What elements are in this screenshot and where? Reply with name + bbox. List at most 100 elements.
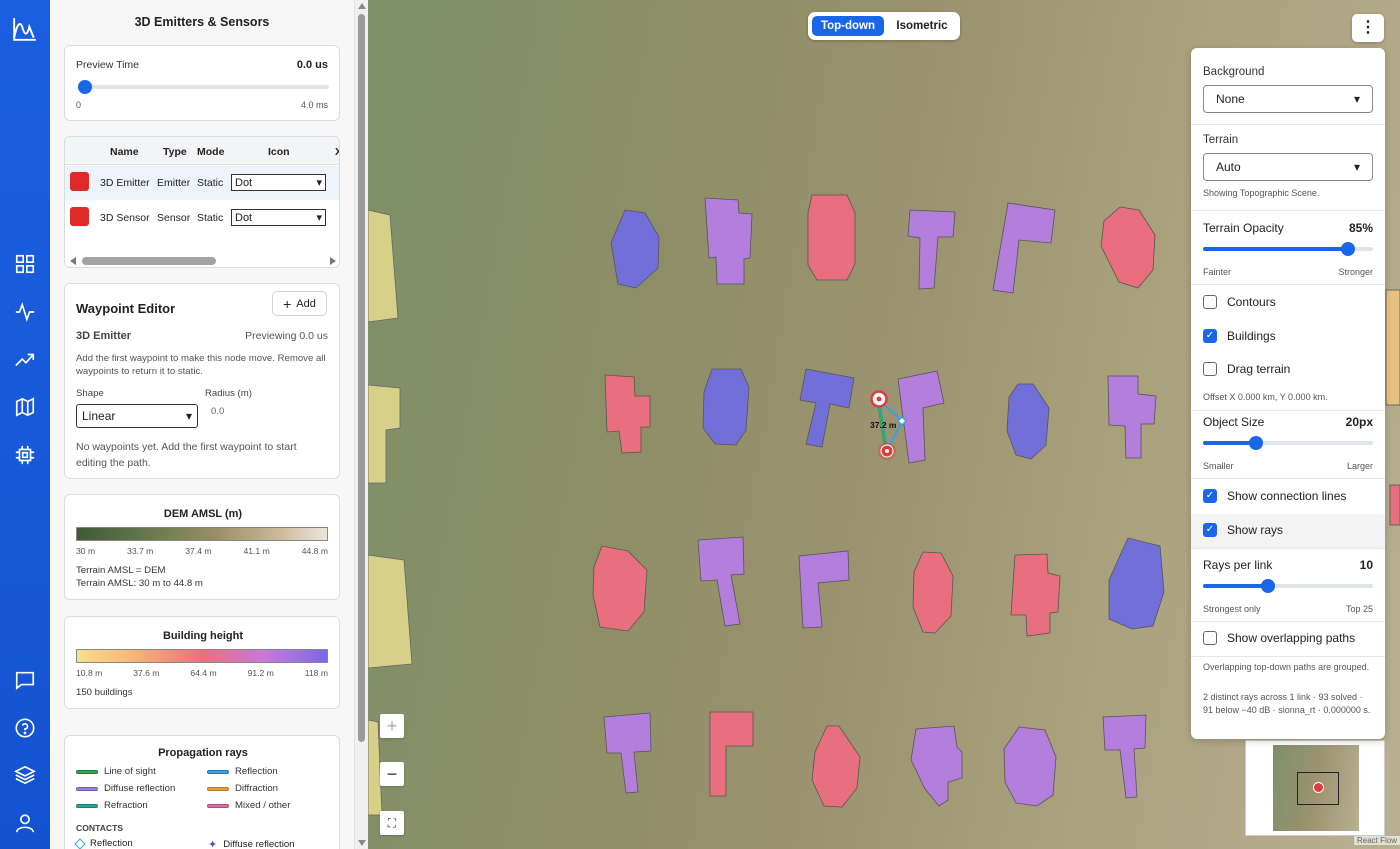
checkbox-box[interactable] xyxy=(1203,362,1217,376)
overlap-checkbox[interactable]: Show overlapping paths xyxy=(1203,631,1355,645)
table-row[interactable]: 3D Emitter Emitter Static Dot ▾ xyxy=(65,166,339,200)
user-icon[interactable] xyxy=(12,810,38,836)
building-tick: 118 m xyxy=(304,668,328,678)
divider xyxy=(1191,621,1385,622)
fit-view-button[interactable]: ⛶ xyxy=(380,811,404,835)
terrain-select[interactable]: Auto ▾ xyxy=(1203,153,1373,181)
scroll-down-icon[interactable] xyxy=(358,840,366,846)
chip-icon[interactable] xyxy=(12,442,38,468)
ray-legend-item: Reflection xyxy=(207,766,278,777)
divider xyxy=(1191,284,1385,285)
layers-icon[interactable] xyxy=(12,762,38,788)
more-menu-button[interactable]: ⋮ xyxy=(1352,14,1384,42)
zoom-out-button[interactable]: − xyxy=(380,762,404,786)
ray-legend-item: Refraction xyxy=(76,800,148,811)
building[interactable] xyxy=(1108,537,1165,630)
preview-time-knob[interactable] xyxy=(78,80,92,94)
vertical-dots-icon: ⋮ xyxy=(1360,19,1376,36)
opacity-knob[interactable] xyxy=(1341,242,1355,256)
table-hscroll-thumb[interactable] xyxy=(82,257,216,265)
rays-per-link-slider[interactable] xyxy=(1203,579,1373,593)
show-rays-checkbox[interactable]: ✓ Show rays xyxy=(1203,523,1283,537)
building[interactable] xyxy=(368,209,399,323)
ray-legend-label: Diffraction xyxy=(235,783,279,794)
building[interactable] xyxy=(603,712,652,794)
checkbox-box[interactable]: ✓ xyxy=(1203,329,1217,343)
building[interactable] xyxy=(697,536,745,627)
building[interactable] xyxy=(1100,206,1156,289)
dashboard-grid-icon[interactable] xyxy=(12,251,38,277)
view-topdown-button[interactable]: Top-down xyxy=(812,16,884,36)
building[interactable] xyxy=(1003,726,1057,807)
opacity-max: Stronger xyxy=(1338,267,1373,277)
building[interactable] xyxy=(592,545,648,632)
chat-icon[interactable] xyxy=(12,667,38,693)
building[interactable] xyxy=(709,711,754,797)
app-logo-icon[interactable] xyxy=(12,16,38,42)
add-waypoint-button[interactable]: + Add xyxy=(272,291,327,316)
shape-select[interactable]: Linear ▾ xyxy=(76,404,198,428)
table-row[interactable]: 3D Sensor Sensor Static Dot ▾ xyxy=(65,201,339,235)
show-lines-checkbox[interactable]: ✓ Show connection lines xyxy=(1203,489,1346,503)
building[interactable] xyxy=(702,368,750,446)
icon-select[interactable]: Dot ▾ xyxy=(231,174,326,191)
building[interactable] xyxy=(1010,553,1061,637)
building[interactable] xyxy=(799,368,855,448)
building[interactable] xyxy=(1102,714,1147,799)
building[interactable] xyxy=(897,370,945,464)
help-icon[interactable] xyxy=(12,715,38,741)
building[interactable] xyxy=(912,551,954,634)
building[interactable] xyxy=(1006,383,1050,460)
checkbox-box[interactable] xyxy=(1203,295,1217,309)
scroll-up-icon[interactable] xyxy=(358,3,366,9)
divider xyxy=(1191,478,1385,479)
activity-icon[interactable] xyxy=(12,299,38,325)
zoom-in-button[interactable]: + xyxy=(380,714,404,738)
building[interactable] xyxy=(368,384,401,484)
object-size-knob[interactable] xyxy=(1249,436,1263,450)
building[interactable] xyxy=(992,202,1056,294)
divider xyxy=(1191,548,1385,549)
building[interactable] xyxy=(368,554,413,669)
buildings-checkbox[interactable]: ✓ Buildings xyxy=(1203,329,1276,343)
attribution[interactable]: React Flow xyxy=(1354,836,1400,845)
terrain-label: Terrain xyxy=(1203,134,1239,146)
panel-scroll-thumb[interactable] xyxy=(358,14,365,742)
building[interactable] xyxy=(1107,375,1157,459)
building[interactable] xyxy=(1389,484,1400,526)
view-isometric-button[interactable]: Isometric xyxy=(886,16,958,36)
building[interactable] xyxy=(807,194,856,281)
scroll-right-icon[interactable] xyxy=(330,257,336,265)
drag-terrain-checkbox[interactable]: Drag terrain xyxy=(1203,362,1290,376)
building[interactable] xyxy=(811,725,861,808)
building-tick: 64.4 m xyxy=(190,668,217,678)
checkbox-box[interactable] xyxy=(1203,631,1217,645)
building[interactable] xyxy=(1385,289,1400,406)
checkbox-box[interactable]: ✓ xyxy=(1203,523,1217,537)
color-swatch[interactable] xyxy=(70,172,89,191)
map-icon[interactable] xyxy=(12,394,38,420)
rays-per-link-knob[interactable] xyxy=(1261,579,1275,593)
color-swatch[interactable] xyxy=(70,207,89,226)
trend-icon[interactable] xyxy=(12,347,38,373)
background-label: Background xyxy=(1203,66,1265,78)
contours-checkbox[interactable]: Contours xyxy=(1203,295,1276,309)
icon-select[interactable]: Dot ▾ xyxy=(231,209,326,226)
building[interactable] xyxy=(907,209,956,290)
building[interactable] xyxy=(610,209,660,289)
panel-scrollbar[interactable] xyxy=(354,0,368,849)
drag-terrain-label: Drag terrain xyxy=(1227,362,1291,376)
building[interactable] xyxy=(604,374,651,454)
building[interactable] xyxy=(910,725,963,807)
icon-select-value: Dot xyxy=(235,176,253,189)
building[interactable] xyxy=(704,197,753,285)
background-select[interactable]: None ▾ xyxy=(1203,85,1373,113)
opacity-slider[interactable] xyxy=(1203,242,1373,256)
scroll-left-icon[interactable] xyxy=(70,257,76,265)
minimap[interactable] xyxy=(1245,740,1385,836)
building[interactable] xyxy=(798,550,850,629)
preview-time-slider[interactable] xyxy=(78,80,329,94)
object-size-slider[interactable] xyxy=(1203,436,1373,450)
checkbox-box[interactable]: ✓ xyxy=(1203,489,1217,503)
rays-legend-card: Propagation rays Line of sight Reflection… xyxy=(64,735,340,849)
